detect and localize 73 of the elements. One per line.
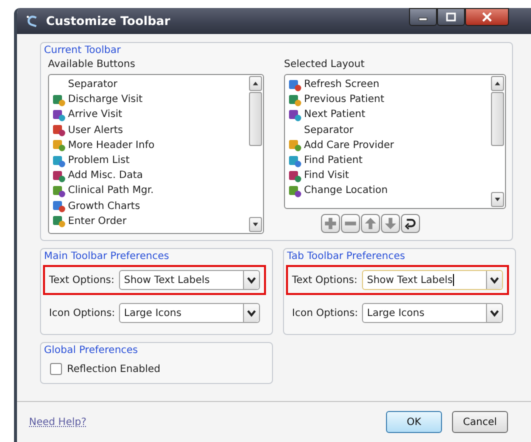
toolbar-icon [288,78,302,92]
undo-icon [404,217,416,230]
list-item[interactable]: Add Care Provider [288,138,490,153]
scroll-down-icon [494,196,501,203]
combo-box[interactable]: Large Icons [362,303,503,323]
plus-icon [324,217,336,230]
list-item[interactable]: Find Patient [288,152,490,168]
checkbox[interactable] [50,363,62,375]
list-item[interactable]: Problem List [52,152,248,168]
toolbar-icon [52,199,66,214]
group-title: Global Preferences [44,345,139,356]
toolbar-icon [288,108,302,122]
toolbar-icon [52,214,66,228]
remove-button[interactable] [340,214,360,233]
list-item[interactable]: Separator [288,122,490,138]
toolbar-icon [52,168,66,183]
list-item[interactable]: Find Visit [288,168,490,184]
toolbar-icon [52,123,66,138]
list-item[interactable]: Clinical Path Mgr. [52,183,248,198]
maximize-button[interactable] [437,8,465,26]
list-item[interactable]: Enter Order [52,214,248,229]
down-arrow-icon [384,217,396,230]
group-title: Tab Toolbar Preferences [287,251,406,262]
list-item[interactable]: Previous Patient [288,92,490,108]
window-title: Customize Toolbar [46,14,170,28]
list-item[interactable]: Change Location [288,183,490,198]
list-item[interactable]: User Alerts [52,122,248,138]
close-button[interactable] [465,8,509,26]
maximize-icon [445,12,457,22]
scrollbar[interactable] [490,75,505,208]
add-button[interactable] [320,214,340,233]
toolbar-icon [288,92,302,107]
combo-box[interactable]: Show Text Labels [119,270,260,290]
group-title: Current Toolbar [44,45,122,56]
toolbar-icon [288,184,302,198]
list-label: Selected Layout [284,59,366,70]
group-title: Main Toolbar Preferences [44,251,170,262]
list-item[interactable]: Growth Charts [52,198,248,214]
list-item[interactable]: Refresh Screen [288,77,490,92]
undo-button[interactable] [400,214,420,233]
toolbar-icon [288,138,302,152]
toolbar-icon [52,138,66,152]
option-label: Text Options: [49,274,115,286]
help-link[interactable]: Need Help? [29,416,86,428]
up-arrow-icon [364,217,376,230]
close-icon [481,12,493,22]
list-label: Available Buttons [48,59,136,70]
scroll-up-icon [494,80,501,87]
scroll-down-icon [252,221,259,228]
checkbox-label: Reflection Enabled [67,364,160,374]
option-label: Icon Options: [49,308,115,318]
toolbar-icon [288,154,302,168]
list-item[interactable]: More Header Info [52,138,248,153]
scroll-up-icon [252,80,259,87]
scrollbar[interactable] [248,75,263,233]
dialog-button[interactable]: Cancel [452,411,508,433]
toolbar-icon [52,184,66,198]
toolbar-icon [52,108,66,122]
list-item[interactable]: Add Misc. Data [52,168,248,184]
move-up-button[interactable] [360,214,380,233]
toolbar-icon [288,168,302,183]
minimize-button[interactable] [409,8,437,26]
list-item[interactable]: Discharge Visit [52,92,248,108]
combo-box[interactable]: Show Text Labels [362,270,503,290]
dialog-button[interactable]: OK [386,411,442,433]
toolbar-icon [52,154,66,168]
combo-box[interactable]: Large Icons [119,303,260,323]
toolbar-icon [52,92,66,107]
option-label: Icon Options: [292,308,358,318]
list-item[interactable]: Next Patient [288,107,490,123]
list-item[interactable]: Separator [52,77,248,92]
option-label: Text Options: [292,274,358,286]
list-item[interactable]: Arrive Visit [52,107,248,123]
